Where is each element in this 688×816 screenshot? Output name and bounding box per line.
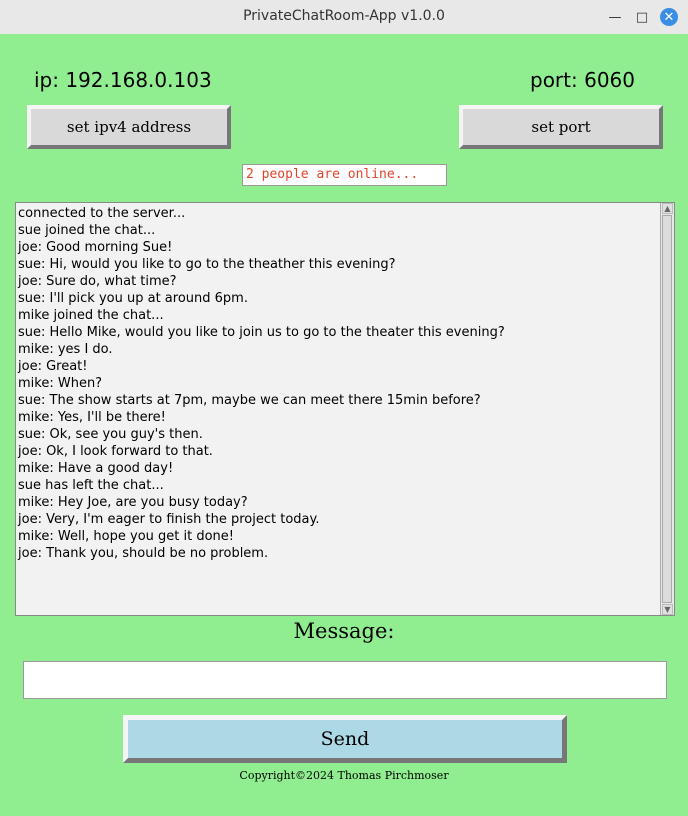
message-input[interactable]	[23, 661, 667, 699]
minimize-icon[interactable]: —	[606, 8, 624, 26]
chat-line: sue: Hi, would you like to go to the the…	[18, 257, 396, 272]
chat-line: sue: The show starts at 7pm, maybe we ca…	[18, 393, 481, 408]
close-icon[interactable]: ✕	[660, 8, 678, 26]
chat-line: sue: Ok, see you guy's then.	[18, 427, 203, 442]
chat-line: mike: Hey Joe, are you busy today?	[18, 495, 248, 510]
chat-line: joe: Very, I'm eager to finish the proje…	[18, 512, 320, 527]
chat-line: sue: I'll pick you up at around 6pm.	[18, 291, 248, 306]
chat-line: joe: Good morning Sue!	[18, 240, 173, 255]
chat-line: mike: yes I do.	[18, 342, 113, 357]
ip-address-label: ip: 192.168.0.103	[34, 68, 212, 92]
chat-line: sue: Hello Mike, would you like to join …	[18, 325, 505, 340]
chat-line: mike: Have a good day!	[18, 461, 174, 476]
online-status-field: 2 people are online...	[242, 164, 447, 186]
set-port-button[interactable]: set port	[459, 105, 663, 149]
chat-line: sue has left the chat...	[18, 478, 164, 493]
chat-line: sue joined the chat...	[18, 223, 156, 238]
chat-scrollbar[interactable]: ▲ ▼	[660, 203, 674, 615]
title-bar[interactable]: PrivateChatRoom-App v1.0.0 — □ ✕	[0, 0, 688, 35]
chat-line: joe: Great!	[18, 359, 88, 374]
scroll-down-arrow-icon[interactable]: ▼	[662, 604, 673, 615]
send-button[interactable]: Send	[123, 715, 567, 763]
chat-line: mike joined the chat...	[18, 308, 164, 323]
message-label: Message:	[293, 619, 395, 643]
copyright-text: Copyright©2024 Thomas Pirchmoser	[239, 769, 449, 782]
main-content: ip: 192.168.0.103 port: 6060 set ipv4 ad…	[0, 34, 688, 816]
scroll-up-arrow-icon[interactable]: ▲	[662, 203, 673, 214]
chat-line: mike: When?	[18, 376, 103, 391]
scrollbar-thumb[interactable]	[662, 215, 672, 603]
maximize-icon[interactable]: □	[633, 8, 651, 26]
chat-log[interactable]: connected to the server... sue joined th…	[15, 202, 675, 616]
chat-line: joe: Sure do, what time?	[18, 274, 177, 289]
app-window: PrivateChatRoom-App v1.0.0 — □ ✕ ip: 192…	[0, 0, 688, 816]
chat-lines: connected to the server... sue joined th…	[18, 205, 658, 562]
chat-line: mike: Well, hope you get it done!	[18, 529, 234, 544]
chat-line: connected to the server...	[18, 206, 186, 221]
chat-line: joe: Thank you, should be no problem.	[18, 546, 269, 561]
set-ip-address-button[interactable]: set ipv4 address	[27, 105, 231, 149]
port-label: port: 6060	[530, 68, 635, 92]
chat-line: joe: Ok, I look forward to that.	[18, 444, 213, 459]
window-title: PrivateChatRoom-App v1.0.0	[243, 8, 445, 24]
chat-line: mike: Yes, I'll be there!	[18, 410, 166, 425]
